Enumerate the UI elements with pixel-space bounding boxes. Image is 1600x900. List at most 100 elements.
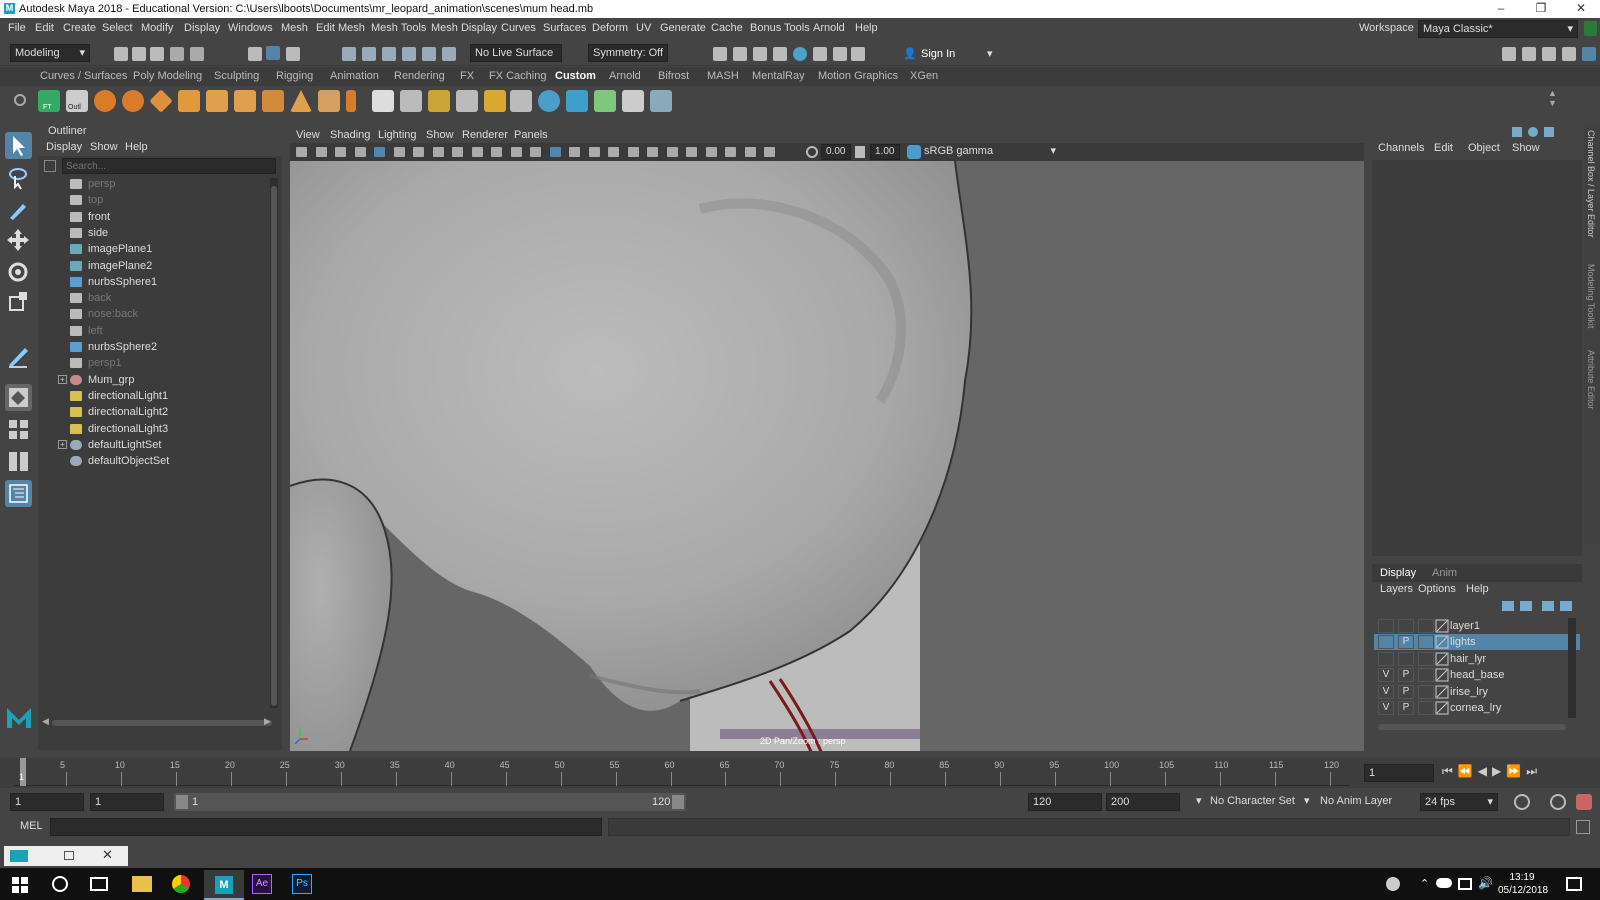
viewport-canvas[interactable]: 2D Pan/Zoom : persp: [290, 161, 1364, 751]
minimized-window[interactable]: ✕: [4, 846, 128, 866]
uv-editor-icon[interactable]: [594, 90, 616, 112]
menu-select[interactable]: Select: [102, 22, 133, 34]
color-space-dropdown[interactable]: sRGB gamma ▾: [924, 144, 1058, 160]
hypershade-icon[interactable]: [773, 47, 787, 61]
viewport-menu-view[interactable]: View: [296, 129, 320, 141]
snap-curve-icon[interactable]: [362, 47, 376, 61]
script-editor-icon[interactable]: [1576, 820, 1590, 834]
search-filter-icon[interactable]: [44, 160, 56, 172]
close-small-icon[interactable]: ✕: [102, 847, 113, 863]
menu-help[interactable]: Help: [855, 22, 878, 34]
file-explorer-icon[interactable]: [132, 876, 152, 892]
layer-playback-toggle[interactable]: P: [1398, 701, 1414, 715]
shelf-tab-poly-modeling[interactable]: Poly Modeling: [133, 70, 202, 82]
side-tab-modeling-toolkit[interactable]: Modeling Toolkit: [1586, 264, 1596, 328]
attribute-editor-icon[interactable]: [1542, 47, 1556, 61]
layer-type-toggle[interactable]: [1418, 668, 1434, 683]
start-time-field[interactable]: 1: [10, 793, 84, 811]
shelf-tab-curves-surfaces[interactable]: Curves / Surfaces: [40, 70, 127, 82]
2d-pan-zoom-icon[interactable]: [374, 147, 385, 157]
search-icon[interactable]: [52, 876, 68, 892]
layer-visibility-toggle[interactable]: V: [1378, 684, 1394, 699]
viewport-menu-renderer[interactable]: Renderer: [462, 129, 508, 141]
poly-sphere-icon[interactable]: [94, 90, 116, 112]
range-slider[interactable]: 1 120: [174, 793, 686, 811]
side-tab-channel-box[interactable]: Channel Box / Layer Editor: [1586, 130, 1596, 238]
anim-layer-dropdown[interactable]: ▾ No Anim Layer: [1304, 793, 1400, 811]
channel-box-menu-channels[interactable]: Channels: [1378, 142, 1424, 154]
camera-select-icon[interactable]: [296, 147, 307, 157]
shelf-tab-sculpting[interactable]: Sculpting: [214, 70, 259, 82]
scroll-right-icon[interactable]: ▶: [264, 716, 271, 727]
menu-uv[interactable]: UV: [636, 22, 651, 34]
xray-joints-icon[interactable]: [744, 147, 756, 157]
layer-row[interactable]: V Pcornea_lry: [1374, 700, 1580, 716]
outliner-scroll-thumb[interactable]: [271, 186, 277, 706]
tool-settings-icon[interactable]: [1562, 47, 1576, 61]
character-set-dropdown[interactable]: ▾ No Character Set: [1196, 793, 1300, 811]
auto-key-icon[interactable]: [1550, 794, 1566, 810]
isolate-select-icon[interactable]: [705, 147, 717, 157]
scroll-left-icon[interactable]: ◀: [42, 716, 49, 727]
extrude-icon[interactable]: [456, 90, 478, 112]
layer-menu-help[interactable]: Help: [1466, 583, 1489, 595]
anim-prefs-icon[interactable]: [1576, 794, 1592, 810]
field-chart-icon[interactable]: [491, 147, 502, 157]
mel-label[interactable]: MEL: [20, 820, 43, 832]
select-object-icon[interactable]: [266, 46, 280, 60]
ipr-render-icon[interactable]: [733, 47, 747, 61]
clock[interactable]: 13:19 05/12/2018: [1498, 871, 1548, 897]
shelf-tab-motion-graphics[interactable]: Motion Graphics: [818, 70, 898, 82]
network-icon[interactable]: [1458, 878, 1472, 890]
outliner-item[interactable]: top: [38, 192, 268, 208]
restore-small-icon[interactable]: [64, 851, 74, 860]
playback-start-field[interactable]: 1: [90, 793, 164, 811]
layer-menu-layers[interactable]: Layers: [1380, 583, 1413, 595]
maya-taskbar-button[interactable]: M: [204, 870, 244, 900]
outliner-item[interactable]: + defaultLightSet: [38, 437, 268, 453]
outliner-item[interactable]: imagePlane1: [38, 241, 268, 257]
combine-icon[interactable]: [372, 90, 394, 112]
layer-color-icon[interactable]: [1434, 619, 1450, 633]
layer-tab-anim[interactable]: Anim: [1432, 567, 1457, 579]
modeling-toolkit-icon[interactable]: [1502, 47, 1516, 61]
mode-dropdown[interactable]: Modeling ▾: [10, 44, 90, 62]
viewport-panel[interactable]: View Shading Lighting Show Renderer Pane…: [290, 127, 1364, 751]
layer-type-toggle[interactable]: [1418, 651, 1434, 666]
viewport-menu-panels[interactable]: Panels: [514, 129, 548, 141]
pause-icon[interactable]: [851, 47, 865, 61]
onedrive-icon[interactable]: [1436, 878, 1452, 888]
channel-box-menu-edit[interactable]: Edit: [1434, 142, 1453, 154]
arnold-render-icon[interactable]: [833, 47, 847, 61]
range-start-handle[interactable]: [176, 795, 188, 809]
shelf-tab-bifrost[interactable]: Bifrost: [658, 70, 689, 82]
play-icon[interactable]: ▶: [1492, 764, 1506, 778]
layer-playback-toggle[interactable]: P: [1398, 684, 1414, 699]
lights-icon[interactable]: [588, 147, 600, 157]
gamma-field[interactable]: 1.00: [870, 144, 900, 160]
sculpt-tool-icon[interactable]: [5, 342, 32, 369]
camera-attributes-icon[interactable]: [315, 147, 327, 157]
merge-icon[interactable]: [510, 90, 532, 112]
shelf-tab-fx-caching[interactable]: FX Caching: [489, 70, 546, 82]
viewport-menu-show[interactable]: Show: [426, 129, 454, 141]
playback-end-field[interactable]: 120: [1028, 793, 1102, 811]
shelf-tab-fx[interactable]: FX: [460, 70, 474, 82]
resolution-gate-icon[interactable]: [452, 147, 463, 157]
outliner-item[interactable]: side: [38, 225, 268, 241]
layer-color-icon[interactable]: [1434, 685, 1450, 699]
paint-select-tool-icon[interactable]: [5, 196, 32, 223]
film-gate-icon[interactable]: [432, 147, 444, 157]
anti-alias-icon[interactable]: [666, 147, 678, 157]
layer-type-toggle[interactable]: [1418, 635, 1434, 650]
attribute-icon[interactable]: [1544, 127, 1554, 137]
go-to-end-icon[interactable]: ⏭: [1526, 764, 1542, 778]
menu-mesh-tools[interactable]: Mesh Tools: [371, 22, 426, 34]
gamma-icon[interactable]: [855, 146, 865, 158]
layer-row[interactable]: layer1: [1374, 618, 1580, 634]
poly-cone-icon[interactable]: [290, 90, 312, 112]
layer-menu-options[interactable]: Options: [1418, 583, 1456, 595]
rotate-tool-icon[interactable]: [5, 258, 32, 285]
outliner-menu-help[interactable]: Help: [125, 141, 148, 153]
time-slider[interactable]: 5 10 15 20 25 30 35 40 45 50 55 60 65 70 75 80 85 90 95 100…: [0, 758, 1600, 788]
